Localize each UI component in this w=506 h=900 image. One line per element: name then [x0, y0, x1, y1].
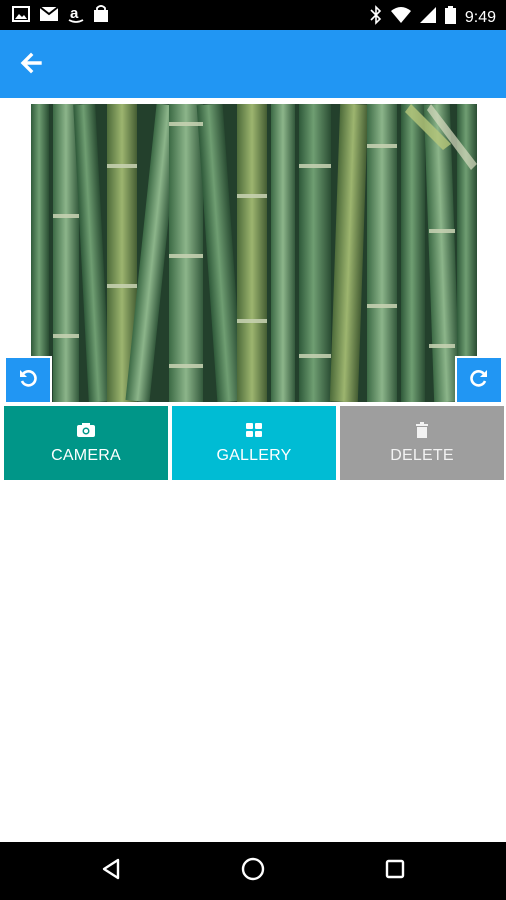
- delete-button[interactable]: DELETE: [340, 406, 504, 480]
- wifi-icon: [390, 7, 411, 28]
- notification-icons: a: [12, 5, 109, 28]
- battery-icon: [444, 6, 456, 29]
- camera-icon: [76, 422, 96, 443]
- bamboo-image: [31, 104, 477, 402]
- status-time: 9:49: [464, 8, 496, 26]
- svg-text:a: a: [70, 5, 79, 22]
- bluetooth-icon: [370, 5, 382, 30]
- arrow-left-icon: [20, 52, 42, 79]
- home-circle-icon: [241, 857, 265, 886]
- camera-label: CAMERA: [51, 446, 121, 464]
- system-icons: 9:49: [370, 5, 496, 30]
- amazon-icon: a: [68, 5, 84, 28]
- shopping-bag-icon: [93, 5, 109, 28]
- grid-icon: [245, 422, 263, 443]
- rotate-left-icon: [18, 368, 38, 393]
- rotate-right-button[interactable]: [455, 356, 503, 404]
- trash-icon: [415, 421, 429, 443]
- status-bar: a 9:49: [0, 0, 506, 30]
- app-bar: [0, 30, 506, 98]
- action-bar: CAMERA GALLERY DELETE: [4, 406, 504, 480]
- signal-icon: [419, 7, 436, 28]
- recents-square-icon: [384, 858, 406, 885]
- nav-back-button[interactable]: [95, 855, 127, 887]
- mail-icon: [39, 6, 59, 27]
- back-button[interactable]: [14, 48, 48, 82]
- camera-button[interactable]: CAMERA: [4, 406, 168, 480]
- back-triangle-icon: [100, 858, 122, 885]
- nav-recents-button[interactable]: [379, 855, 411, 887]
- photo-preview: [31, 104, 477, 402]
- gallery-label: GALLERY: [216, 446, 292, 464]
- nav-home-button[interactable]: [237, 855, 269, 887]
- delete-label: DELETE: [390, 446, 454, 464]
- rotate-left-button[interactable]: [4, 356, 52, 404]
- rotate-right-icon: [469, 368, 489, 393]
- image-icon: [12, 6, 30, 27]
- gallery-button[interactable]: GALLERY: [172, 406, 336, 480]
- nav-bar: [0, 842, 506, 900]
